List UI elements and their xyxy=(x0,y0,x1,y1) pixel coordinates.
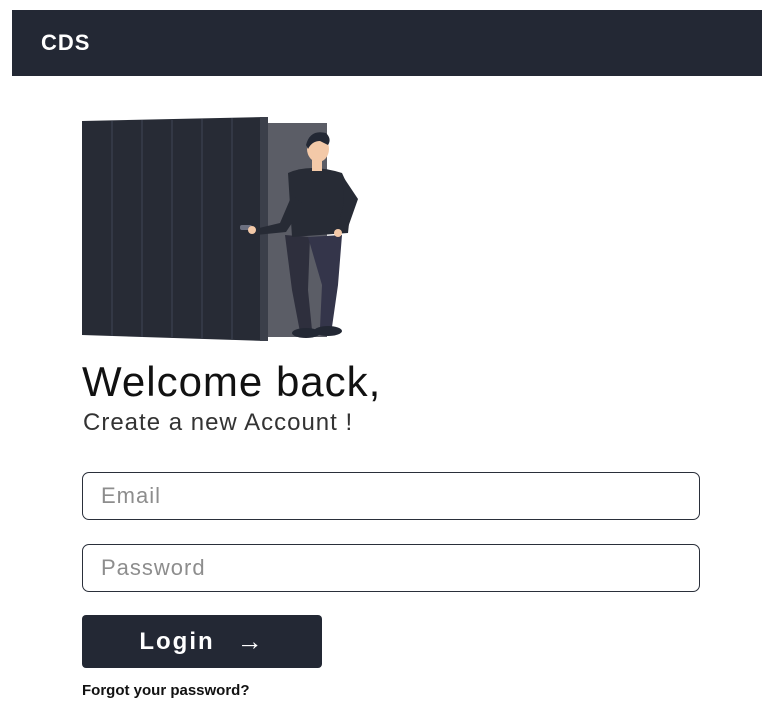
email-field[interactable] xyxy=(82,472,700,520)
arrow-right-icon: → xyxy=(236,626,265,656)
app-title: CDS xyxy=(41,30,91,55)
login-page: CDS Welcome back, Create a new Account !… xyxy=(0,0,762,702)
login-button[interactable]: Login → xyxy=(82,615,322,668)
password-field[interactable] xyxy=(82,544,700,592)
door-panel xyxy=(82,117,266,341)
app-header: CDS xyxy=(12,10,762,76)
forgot-password-link[interactable]: Forgot your password? xyxy=(82,682,250,699)
person-opening-door-illustration xyxy=(82,117,358,341)
welcome-heading: Welcome back, xyxy=(82,358,382,405)
create-account-subtitle: Create a new Account ! xyxy=(83,409,354,436)
login-button-label: Login xyxy=(139,627,215,655)
